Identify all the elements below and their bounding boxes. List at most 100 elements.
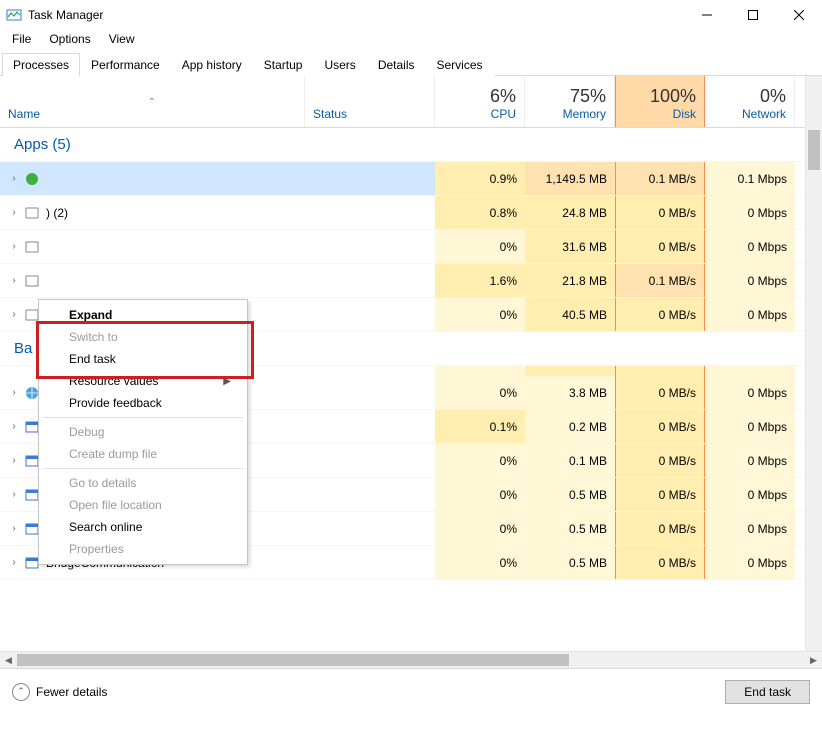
memory-cell: 40.5 MB bbox=[525, 298, 615, 331]
tab-services[interactable]: Services bbox=[426, 53, 494, 76]
vertical-scrollbar[interactable] bbox=[805, 76, 822, 651]
scroll-right-icon[interactable]: ▶ bbox=[805, 655, 822, 666]
network-cell: 0 Mbps bbox=[705, 512, 795, 545]
memory-cell: 1,149.5 MB bbox=[525, 162, 615, 195]
scrollbar-thumb[interactable] bbox=[17, 654, 569, 666]
table-row[interactable]: ›0.9%1,149.5 MB0.1 MB/s0.1 Mbps bbox=[0, 162, 822, 196]
menu-item-provide-feedback[interactable]: Provide feedback bbox=[41, 392, 245, 414]
header-network[interactable]: 0% Network bbox=[705, 76, 795, 127]
tab-details[interactable]: Details bbox=[367, 53, 426, 76]
table-row[interactable]: ›1.6%21.8 MB0.1 MB/s0 Mbps bbox=[0, 264, 822, 298]
process-icon bbox=[24, 273, 40, 289]
cpu-cell: 0% bbox=[435, 230, 525, 263]
menu-item-resource-values[interactable]: Resource values▶ bbox=[41, 370, 245, 392]
memory-cell: 3.8 MB bbox=[525, 376, 615, 409]
network-cell: 0 Mbps bbox=[705, 444, 795, 477]
expand-icon[interactable]: › bbox=[8, 241, 20, 252]
menu-view[interactable]: View bbox=[101, 30, 143, 48]
titlebar: Task Manager bbox=[0, 0, 822, 30]
horizontal-scrollbar[interactable]: ◀ ▶ bbox=[0, 651, 822, 668]
menu-item-end-task[interactable]: End task bbox=[41, 348, 245, 370]
memory-cell: 0.1 MB bbox=[525, 444, 615, 477]
menu-item-open-file-location: Open file location bbox=[41, 494, 245, 516]
header-name[interactable]: ⌃ Name bbox=[0, 76, 305, 127]
expand-icon[interactable]: › bbox=[8, 207, 20, 218]
network-cell: 0 Mbps bbox=[705, 196, 795, 229]
menu-item-debug: Debug bbox=[41, 421, 245, 443]
tab-app-history[interactable]: App history bbox=[171, 53, 253, 76]
maximize-button[interactable] bbox=[730, 0, 776, 30]
scrollbar-thumb[interactable] bbox=[808, 130, 820, 170]
process-icon bbox=[24, 171, 40, 187]
cpu-cell: 1.6% bbox=[435, 264, 525, 297]
cpu-cell: 0% bbox=[435, 478, 525, 511]
menu-item-label: Debug bbox=[69, 425, 104, 439]
process-name: ) (2) bbox=[46, 206, 68, 220]
expand-icon[interactable]: › bbox=[8, 387, 20, 398]
disk-cell: 0 MB/s bbox=[615, 478, 705, 511]
expand-icon[interactable]: › bbox=[8, 523, 20, 534]
disk-cell: 0 MB/s bbox=[615, 512, 705, 545]
network-cell: 0 Mbps bbox=[705, 264, 795, 297]
group-apps[interactable]: Apps (5) bbox=[0, 128, 822, 162]
expand-icon[interactable]: › bbox=[8, 455, 20, 466]
chevron-up-icon: ⌃ bbox=[12, 683, 30, 701]
fewer-details-toggle[interactable]: ⌃ Fewer details bbox=[12, 683, 107, 701]
menu-item-label: Switch to bbox=[69, 330, 118, 344]
expand-icon[interactable]: › bbox=[8, 557, 20, 568]
tab-startup[interactable]: Startup bbox=[253, 53, 314, 76]
memory-cell: 0.2 MB bbox=[525, 410, 615, 443]
memory-cell: 0.5 MB bbox=[525, 546, 615, 579]
cpu-cell: 0% bbox=[435, 444, 525, 477]
menu-item-label: End task bbox=[69, 352, 116, 366]
network-cell: 0 Mbps bbox=[705, 298, 795, 331]
sort-indicator-icon: ⌃ bbox=[8, 97, 296, 107]
disk-cell: 0 MB/s bbox=[615, 196, 705, 229]
disk-cell: 0 MB/s bbox=[615, 298, 705, 331]
memory-cell: 0.5 MB bbox=[525, 512, 615, 545]
cpu-cell: 0% bbox=[435, 376, 525, 409]
network-cell: 0 Mbps bbox=[705, 410, 795, 443]
disk-cell: 0.1 MB/s bbox=[615, 162, 705, 195]
process-icon bbox=[24, 239, 40, 255]
memory-cell: 24.8 MB bbox=[525, 196, 615, 229]
close-button[interactable] bbox=[776, 0, 822, 30]
header-memory[interactable]: 75% Memory bbox=[525, 76, 615, 127]
memory-cell: 31.6 MB bbox=[525, 230, 615, 263]
table-row[interactable]: › ) (2) 0.8%24.8 MB0 MB/s0 Mbps bbox=[0, 196, 822, 230]
header-status[interactable]: Status bbox=[305, 76, 435, 127]
header-disk[interactable]: 100% Disk bbox=[615, 76, 705, 127]
menu-item-switch-to: Switch to bbox=[41, 326, 245, 348]
header-cpu[interactable]: 6% CPU bbox=[435, 76, 525, 127]
cpu-cell: 0% bbox=[435, 298, 525, 331]
menu-options[interactable]: Options bbox=[41, 30, 98, 48]
menu-item-search-online[interactable]: Search online bbox=[41, 516, 245, 538]
menu-item-label: Open file location bbox=[69, 498, 162, 512]
expand-icon[interactable]: › bbox=[8, 173, 20, 184]
cpu-cell: 0.8% bbox=[435, 196, 525, 229]
menu-item-go-to-details: Go to details bbox=[41, 472, 245, 494]
menu-item-label: Expand bbox=[69, 308, 112, 322]
minimize-button[interactable] bbox=[684, 0, 730, 30]
expand-icon[interactable]: › bbox=[8, 489, 20, 500]
menu-item-label: Resource values bbox=[69, 374, 158, 388]
disk-cell: 0 MB/s bbox=[615, 546, 705, 579]
table-row[interactable]: ›0%31.6 MB0 MB/s0 Mbps bbox=[0, 230, 822, 264]
menu-separator bbox=[43, 468, 243, 469]
window-title: Task Manager bbox=[28, 8, 103, 22]
end-task-button[interactable]: End task bbox=[725, 680, 810, 704]
menu-separator bbox=[43, 417, 243, 418]
tab-processes[interactable]: Processes bbox=[2, 53, 80, 76]
cpu-cell: 0.9% bbox=[435, 162, 525, 195]
tab-performance[interactable]: Performance bbox=[80, 53, 171, 76]
expand-icon[interactable]: › bbox=[8, 309, 20, 320]
expand-icon[interactable]: › bbox=[8, 275, 20, 286]
expand-icon[interactable]: › bbox=[8, 421, 20, 432]
menu-item-label: Create dump file bbox=[69, 447, 157, 461]
menu-item-expand[interactable]: Expand bbox=[41, 304, 245, 326]
scroll-left-icon[interactable]: ◀ bbox=[0, 655, 17, 666]
menu-file[interactable]: File bbox=[4, 30, 39, 48]
tab-users[interactable]: Users bbox=[313, 53, 366, 76]
cpu-cell: 0% bbox=[435, 512, 525, 545]
task-manager-icon bbox=[6, 7, 22, 23]
